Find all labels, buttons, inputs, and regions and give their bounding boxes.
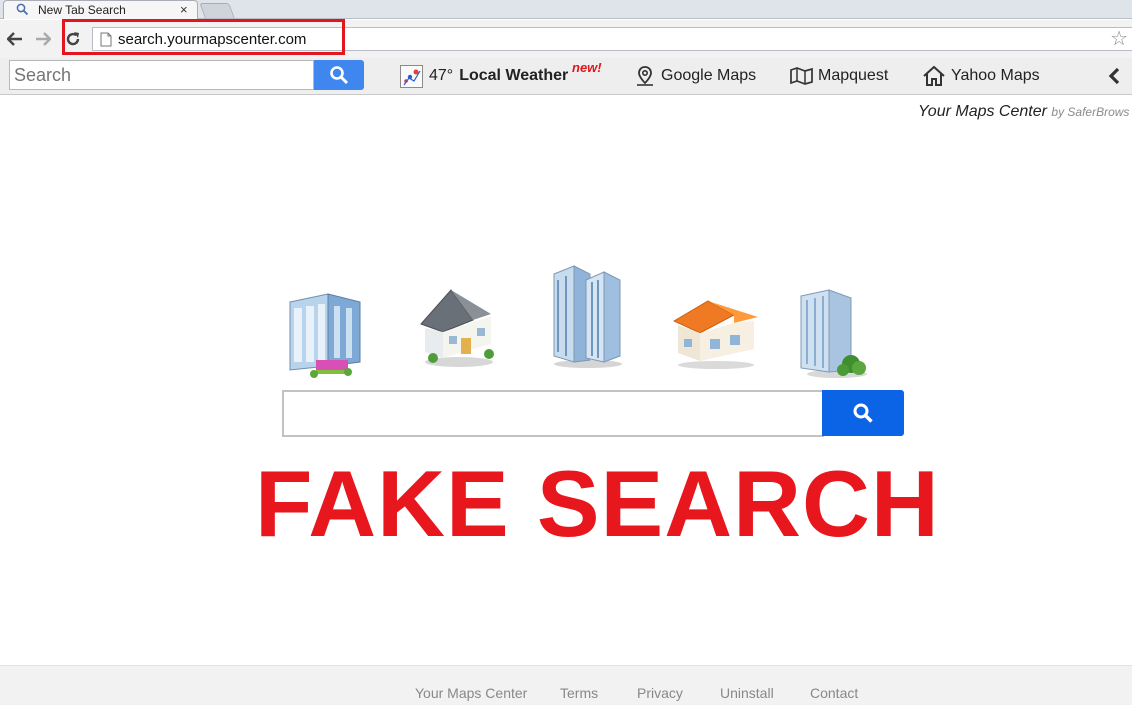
- brand-tagline: Your Maps Center by SaferBrows: [918, 103, 1129, 121]
- local-weather-link[interactable]: 47° Local Weather: [400, 63, 568, 89]
- search-icon: [853, 403, 873, 423]
- footer-link-your-maps-center[interactable]: Your Maps Center: [415, 685, 527, 701]
- main-search-input[interactable]: [282, 390, 824, 437]
- forward-button[interactable]: [32, 28, 54, 50]
- brand-by: by SaferBrows: [1051, 105, 1130, 119]
- footer: Your Maps Center Terms Privacy Uninstall…: [0, 665, 1132, 705]
- office-building-icon: [289, 293, 361, 378]
- mapquest-link[interactable]: Mapquest: [790, 63, 888, 89]
- orange-roof-house-icon: [672, 300, 758, 369]
- footer-link-terms[interactable]: Terms: [560, 685, 598, 701]
- tab-new-tab-search[interactable]: New Tab Search ×: [3, 0, 198, 19]
- new-badge: new!: [572, 60, 602, 75]
- map-icon: [790, 67, 813, 85]
- toolbar-search-input[interactable]: [9, 60, 314, 90]
- url-text[interactable]: search.yourmapscenter.com: [118, 31, 306, 48]
- new-tab-button[interactable]: [199, 3, 235, 18]
- forward-arrow-icon: [36, 32, 51, 46]
- fake-search-stamp: FAKE SEARCH: [255, 451, 940, 556]
- extension-toolbar: 47° Local Weather new! Google Maps Mapqu…: [0, 58, 1132, 95]
- star-icon[interactable]: ☆: [1110, 28, 1128, 50]
- search-icon: [330, 66, 349, 85]
- toolbar-search-button[interactable]: [314, 60, 364, 90]
- reload-button[interactable]: [62, 28, 84, 50]
- footer-link-uninstall[interactable]: Uninstall: [720, 685, 774, 701]
- tab-strip: New Tab Search ×: [0, 0, 1132, 19]
- tower-building-icon: [800, 289, 867, 378]
- page-icon: [100, 32, 112, 47]
- navigation-bar: search.yourmapscenter.com ☆: [0, 20, 1132, 58]
- address-bar[interactable]: search.yourmapscenter.com ☆: [92, 27, 1132, 51]
- house-icon: [420, 289, 494, 367]
- close-icon[interactable]: ×: [180, 2, 188, 17]
- weather-temperature: 47°: [429, 67, 454, 84]
- mapquest-label: Mapquest: [818, 67, 889, 84]
- reload-icon: [66, 32, 80, 46]
- brand-name: Your Maps Center: [918, 103, 1047, 120]
- map-pin-icon: [637, 66, 653, 86]
- home-icon: [923, 65, 945, 86]
- search-icon: [16, 3, 29, 16]
- main-search-button[interactable]: [822, 390, 904, 436]
- footer-link-contact[interactable]: Contact: [810, 685, 858, 701]
- weather-label: Local Weather: [459, 67, 569, 84]
- skyscraper-icon: [553, 265, 622, 368]
- back-arrow-icon: [7, 32, 22, 46]
- yahoo-maps-label: Yahoo Maps: [951, 67, 1040, 84]
- toolbar-collapse-button[interactable]: [1107, 67, 1121, 90]
- weather-icon: [400, 64, 423, 88]
- back-button[interactable]: [4, 28, 26, 50]
- chevron-left-icon: [1108, 67, 1120, 85]
- google-maps-label: Google Maps: [661, 67, 757, 84]
- yahoo-maps-link[interactable]: Yahoo Maps: [922, 63, 1040, 89]
- footer-link-privacy[interactable]: Privacy: [637, 685, 683, 701]
- google-maps-link[interactable]: Google Maps: [634, 63, 756, 89]
- tab-title: New Tab Search: [38, 3, 126, 17]
